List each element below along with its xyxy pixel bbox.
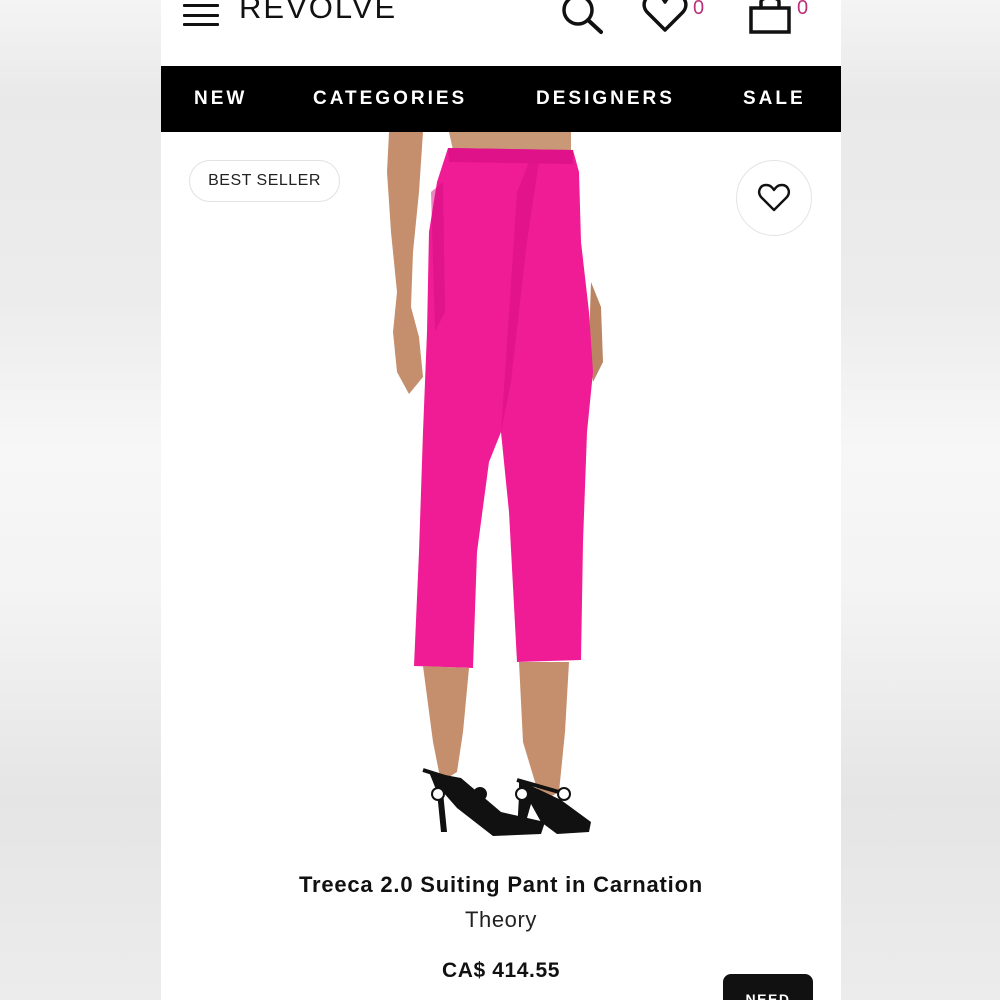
product-photo	[387, 132, 603, 836]
menu-icon[interactable]	[183, 4, 219, 26]
carousel-indicators	[429, 787, 571, 803]
background-frame-left	[0, 0, 161, 1000]
phone-screen: REVOLVE 0 0 NEW CATEGORIES DESIGNERS SAL…	[161, 0, 841, 1000]
nav-item-sale[interactable]: SALE	[743, 66, 806, 132]
bag-count: 0	[797, 0, 809, 19]
carousel-dot-active[interactable]	[473, 787, 487, 801]
background-frame-right	[841, 0, 1000, 1000]
search-icon[interactable]	[559, 0, 605, 36]
heart-icon[interactable]	[641, 0, 689, 34]
need-help-button[interactable]: NEED	[723, 974, 813, 1000]
product-title: Treeca 2.0 Suiting Pant in Carnation	[298, 872, 704, 897]
product-brand[interactable]: Theory	[161, 907, 841, 933]
carousel-dot[interactable]	[515, 787, 529, 801]
site-header: REVOLVE 0 0	[161, 0, 841, 66]
add-to-wishlist-button[interactable]	[736, 160, 812, 236]
bag-icon[interactable]	[747, 0, 793, 36]
nav-item-new[interactable]: NEW	[194, 66, 247, 132]
carousel-dot[interactable]	[431, 787, 445, 801]
carousel-dot[interactable]	[557, 787, 571, 801]
site-logo[interactable]: REVOLVE	[239, 0, 397, 26]
best-seller-badge: BEST SELLER	[189, 160, 340, 202]
nav-item-categories[interactable]: CATEGORIES	[313, 66, 467, 132]
wishlist-count: 0	[693, 0, 705, 19]
heart-icon	[758, 183, 790, 212]
product-image-carousel[interactable]: BEST SELLER	[161, 132, 841, 860]
nav-item-designers[interactable]: DESIGNERS	[536, 66, 675, 132]
main-nav: NEW CATEGORIES DESIGNERS SALE	[161, 66, 841, 132]
